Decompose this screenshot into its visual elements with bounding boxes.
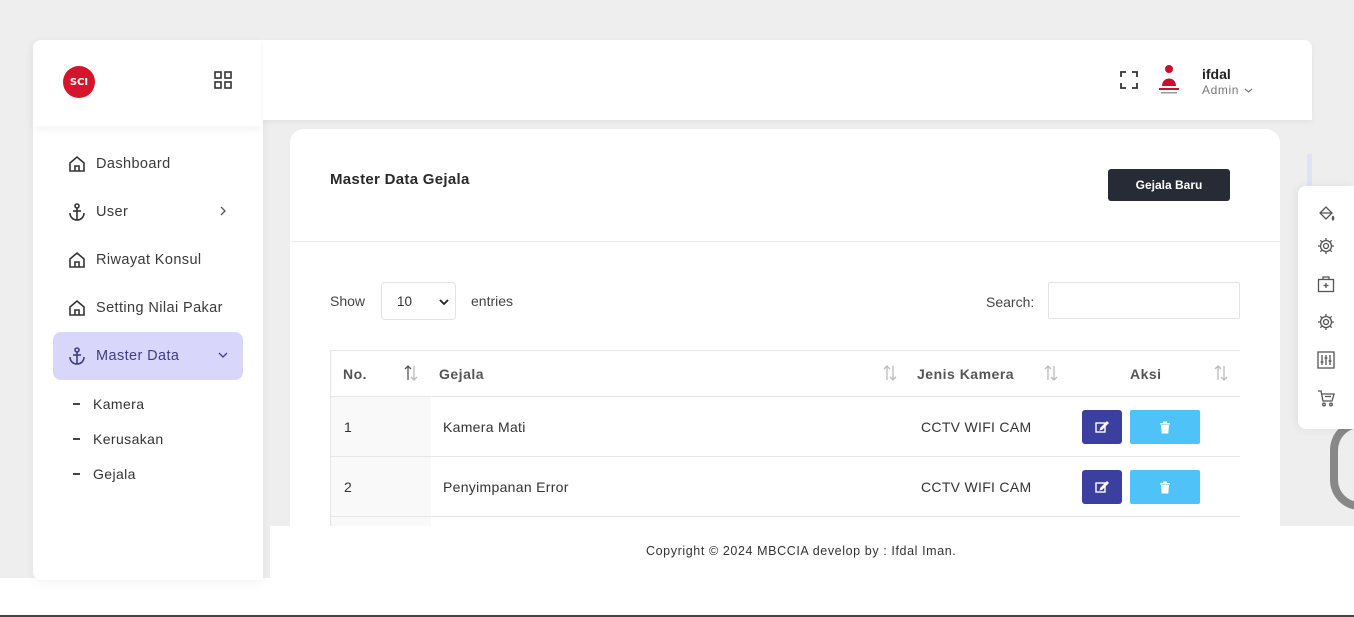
master-data-submenu: Kamera Kerusakan Gejala: [53, 386, 243, 491]
column-header-jenis-kamera[interactable]: Jenis Kamera: [917, 366, 1014, 382]
page-title: Master Data Gejala: [330, 171, 470, 188]
page-bottom-strip: [0, 578, 1354, 617]
copyright-text: Copyright © 2024 MBCCIA develop by : Ifd…: [646, 544, 957, 558]
footer: Copyright © 2024 MBCCIA develop by : Ifd…: [270, 526, 1354, 578]
search-label: Search:: [986, 294, 1035, 310]
sort-icon[interactable]: [403, 364, 419, 382]
row-number-cell: [331, 517, 431, 526]
page-length-value: 10: [397, 293, 413, 309]
cart-icon[interactable]: [1317, 389, 1335, 407]
table-row: 1 Kamera Mati CCTV WIFI CAM: [330, 397, 1240, 457]
content-card: Master Data Gejala Gejala Baru Show 10 e…: [290, 129, 1280, 526]
trash-icon: [1160, 421, 1170, 433]
home-icon: [69, 251, 85, 268]
sidebar-header: SCI: [33, 40, 263, 126]
user-name[interactable]: ifdal: [1202, 66, 1231, 82]
new-gejala-button[interactable]: Gejala Baru: [1108, 169, 1230, 201]
fullscreen-icon[interactable]: [1120, 71, 1138, 89]
brand-logo[interactable]: SCI: [63, 66, 95, 98]
submenu-item-kamera[interactable]: Kamera: [53, 386, 243, 421]
sidebar-item-label: Master Data: [96, 348, 180, 364]
sidebar: SCI Dashboard User Riwayat Konsul Settin…: [33, 40, 263, 580]
paint-bucket-icon[interactable]: [1317, 204, 1335, 222]
submenu-item-label: Gejala: [93, 465, 136, 482]
sidebar-item-label: Riwayat Konsul: [96, 252, 202, 268]
edit-button[interactable]: [1082, 410, 1122, 444]
sidebar-item-user[interactable]: User: [53, 188, 243, 236]
gejala-table: No. Gejala Jenis Kamera Aksi 1 Kamera Ma…: [330, 350, 1240, 526]
page-length-select[interactable]: 10: [381, 282, 456, 320]
sidebar-menu: Dashboard User Riwayat Konsul Setting Ni…: [53, 140, 243, 491]
scroll-indicator: [1307, 154, 1312, 188]
submenu-item-label: Kerusakan: [93, 430, 164, 447]
sidebar-item-master-data[interactable]: Master Data: [53, 332, 243, 380]
row-jenis-kamera: CCTV WIFI CAM: [921, 479, 1032, 495]
home-icon: [69, 155, 85, 172]
sidebar-item-label: User: [96, 204, 129, 220]
chevron-down-icon[interactable]: [1244, 87, 1253, 94]
search-input[interactable]: [1048, 282, 1240, 319]
chevron-down-icon: [439, 299, 449, 306]
home-icon: [69, 299, 85, 316]
column-header-no[interactable]: No.: [343, 366, 367, 382]
anchor-icon: [69, 347, 85, 365]
edit-icon: [1095, 421, 1109, 433]
edit-icon: [1095, 481, 1109, 493]
table-header: No. Gejala Jenis Kamera Aksi: [330, 350, 1240, 397]
sort-icon[interactable]: [882, 364, 898, 382]
avatar[interactable]: [1155, 62, 1183, 96]
sidebar-item-label: Dashboard: [96, 156, 171, 172]
submenu-item-kerusakan[interactable]: Kerusakan: [53, 421, 243, 456]
edit-button[interactable]: [1082, 470, 1122, 504]
chevron-down-icon: [218, 352, 228, 358]
row-jenis-kamera: CCTV WIFI CAM: [921, 419, 1032, 435]
submenu-item-label: Kamera: [93, 395, 145, 412]
sliders-icon[interactable]: [1317, 351, 1335, 369]
table-row: 2 Penyimpanan Error CCTV WIFI CAM: [330, 457, 1240, 517]
sidebar-item-dashboard[interactable]: Dashboard: [53, 140, 243, 188]
briefcase-plus-icon[interactable]: [1317, 275, 1335, 293]
entries-label: entries: [471, 293, 514, 309]
sidebar-item-label: Setting Nilai Pakar: [96, 300, 223, 316]
sidebar-item-setting-nilai-pakar[interactable]: Setting Nilai Pakar: [53, 284, 243, 332]
trash-icon: [1160, 481, 1170, 493]
delete-button[interactable]: [1130, 410, 1200, 444]
sidebar-item-riwayat-konsul[interactable]: Riwayat Konsul: [53, 236, 243, 284]
table-row: [330, 517, 1240, 526]
user-role[interactable]: Admin: [1202, 83, 1239, 97]
dash-icon: [73, 437, 80, 440]
sort-icon[interactable]: [1213, 364, 1229, 382]
gear-icon[interactable]: [1317, 313, 1335, 331]
grid-icon[interactable]: [214, 71, 232, 89]
dash-icon: [73, 402, 80, 405]
submenu-item-gejala[interactable]: Gejala: [53, 456, 243, 491]
gear-icon[interactable]: [1317, 237, 1335, 255]
row-number: 2: [344, 479, 353, 495]
row-number: 1: [344, 419, 353, 435]
customizer-panel: [1298, 186, 1354, 429]
row-gejala: Penyimpanan Error: [443, 479, 569, 495]
dash-icon: [73, 472, 80, 475]
column-header-aksi[interactable]: Aksi: [1130, 366, 1162, 382]
delete-button[interactable]: [1130, 470, 1200, 504]
card-divider: [290, 241, 1280, 242]
anchor-icon: [69, 203, 85, 221]
show-label: Show: [330, 293, 366, 309]
row-gejala: Kamera Mati: [443, 419, 526, 435]
chevron-right-icon: [220, 206, 226, 216]
background-decoration: [1330, 420, 1354, 510]
sort-icon[interactable]: [1043, 364, 1059, 382]
top-header: ifdal Admin: [263, 40, 1312, 120]
column-header-gejala[interactable]: Gejala: [439, 366, 484, 382]
